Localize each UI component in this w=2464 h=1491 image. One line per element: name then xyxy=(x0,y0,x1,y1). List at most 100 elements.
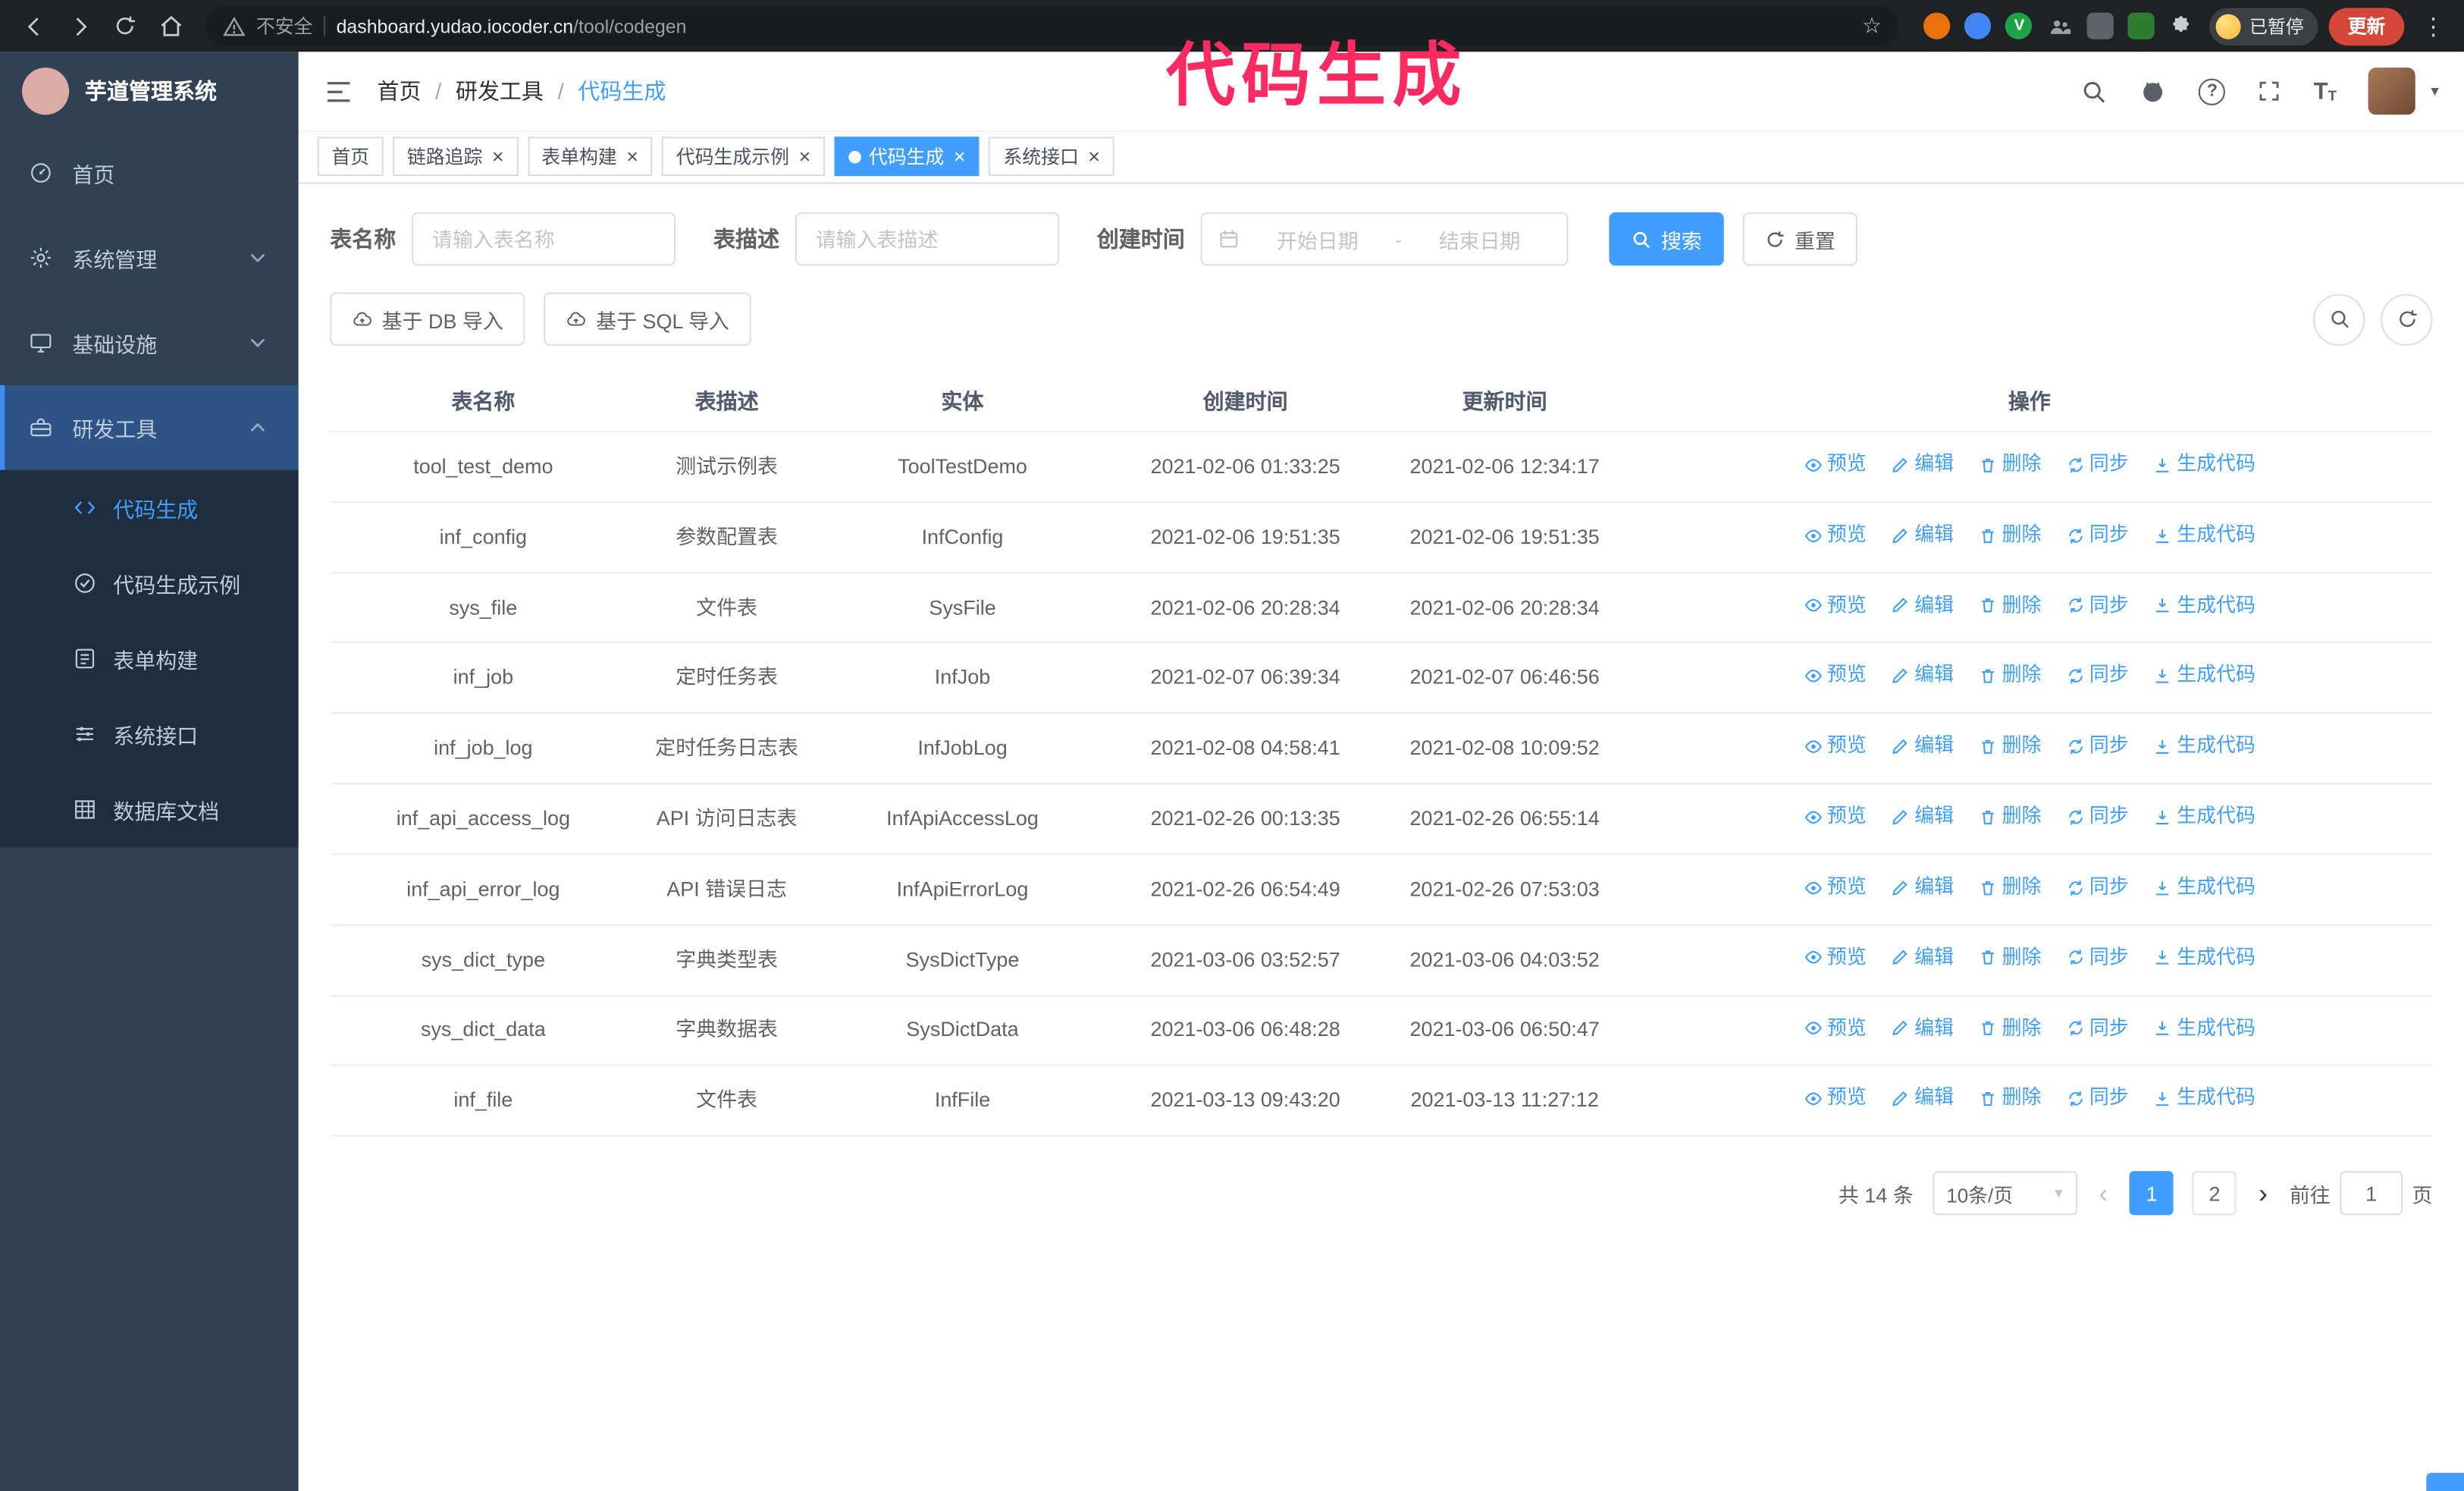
close-icon[interactable]: × xyxy=(492,146,504,167)
close-icon[interactable]: × xyxy=(798,146,810,167)
forward-button[interactable] xyxy=(58,5,101,47)
import-sql-button[interactable]: 基于 SQL 导入 xyxy=(544,292,751,346)
edit-link[interactable]: 编辑 xyxy=(1891,520,1954,551)
generate-code-link[interactable]: 生成代码 xyxy=(2153,520,2256,551)
import-db-button[interactable]: 基于 DB 导入 xyxy=(330,292,525,346)
close-icon[interactable]: × xyxy=(1088,146,1100,167)
table-name-input[interactable] xyxy=(412,212,676,266)
tab-home[interactable]: 首页 xyxy=(317,137,384,177)
sidebar-item-form-builder[interactable]: 表单构建 xyxy=(0,621,299,696)
sidebar-item-codegen-example[interactable]: 代码生成示例 xyxy=(0,545,299,620)
table-desc-input[interactable] xyxy=(795,212,1059,266)
search-icon[interactable] xyxy=(2081,78,2108,105)
sync-link[interactable]: 同步 xyxy=(2066,520,2129,551)
edit-link[interactable]: 编辑 xyxy=(1891,1084,1954,1114)
extension-blue-icon[interactable] xyxy=(1964,12,1992,39)
delete-link[interactable]: 删除 xyxy=(1978,731,2041,761)
bookmark-star-icon[interactable]: ☆ xyxy=(1862,13,1882,39)
edit-link[interactable]: 编辑 xyxy=(1891,943,1954,973)
sync-link[interactable]: 同步 xyxy=(2066,731,2129,761)
delete-link[interactable]: 删除 xyxy=(1978,591,2041,621)
generate-code-link[interactable]: 生成代码 xyxy=(2153,731,2256,761)
breadcrumb-devtools[interactable]: 研发工具 xyxy=(456,75,544,106)
tab-system-api[interactable]: 系统接口 × xyxy=(989,137,1114,177)
font-size-icon[interactable]: TT xyxy=(2314,80,2337,103)
breadcrumb-home[interactable]: 首页 xyxy=(377,75,421,106)
preview-link[interactable]: 预览 xyxy=(1804,1084,1867,1114)
delete-link[interactable]: 删除 xyxy=(1978,943,2041,973)
prev-page-button[interactable]: ‹ xyxy=(2096,1180,2111,1207)
generate-code-link[interactable]: 生成代码 xyxy=(2153,943,2256,973)
close-icon[interactable]: × xyxy=(954,146,966,167)
sidebar-item-infra[interactable]: 基础设施 xyxy=(0,300,299,385)
generate-code-link[interactable]: 生成代码 xyxy=(2153,1084,2256,1114)
delete-link[interactable]: 删除 xyxy=(1978,1013,2041,1044)
page-size-select[interactable]: 10条/页 ▾ xyxy=(1932,1171,2077,1216)
sync-link[interactable]: 同步 xyxy=(2066,450,2129,480)
sync-link[interactable]: 同步 xyxy=(2066,591,2129,621)
floating-button-partial[interactable] xyxy=(2426,1473,2464,1491)
delete-link[interactable]: 删除 xyxy=(1978,450,2041,480)
search-button[interactable]: 搜索 xyxy=(1609,212,1724,266)
preview-link[interactable]: 预览 xyxy=(1804,450,1867,480)
delete-link[interactable]: 删除 xyxy=(1978,872,2041,902)
extension-gray-icon[interactable] xyxy=(2087,12,2114,39)
generate-code-link[interactable]: 生成代码 xyxy=(2153,450,2256,480)
profile-chip-paused[interactable]: 已暂停 xyxy=(2210,7,2318,46)
sync-link[interactable]: 同步 xyxy=(2066,872,2129,902)
reload-button[interactable] xyxy=(104,5,146,47)
preview-link[interactable]: 预览 xyxy=(1804,1013,1867,1044)
preview-link[interactable]: 预览 xyxy=(1804,731,1867,761)
people-icon[interactable] xyxy=(2047,13,2074,39)
github-icon[interactable] xyxy=(2140,77,2168,105)
delete-link[interactable]: 删除 xyxy=(1978,802,2041,832)
sync-link[interactable]: 同步 xyxy=(2066,661,2129,692)
collapse-sidebar-icon[interactable] xyxy=(324,77,353,106)
generate-code-link[interactable]: 生成代码 xyxy=(2153,661,2256,692)
edit-link[interactable]: 编辑 xyxy=(1891,731,1954,761)
page-button-1[interactable]: 1 xyxy=(2130,1171,2174,1216)
preview-link[interactable]: 预览 xyxy=(1804,520,1867,551)
page-button-2[interactable]: 2 xyxy=(2193,1171,2237,1216)
fullscreen-icon[interactable] xyxy=(2257,79,2282,104)
chrome-update-button[interactable]: 更新 xyxy=(2328,7,2405,46)
date-range-picker[interactable]: 开始日期 - 结束日期 xyxy=(1200,212,1569,266)
sidebar-item-devtools[interactable]: 研发工具 xyxy=(0,385,299,470)
sidebar-item-db-docs[interactable]: 数据库文档 xyxy=(0,772,299,847)
sync-link[interactable]: 同步 xyxy=(2066,802,2129,832)
extension-darkgreen-icon[interactable] xyxy=(2128,12,2155,39)
edit-link[interactable]: 编辑 xyxy=(1891,872,1954,902)
edit-link[interactable]: 编辑 xyxy=(1891,802,1954,832)
sidebar-item-system-api[interactable]: 系统接口 xyxy=(0,696,299,771)
sidebar-item-codegen[interactable]: 代码生成 xyxy=(0,470,299,545)
tab-codegen[interactable]: 代码生成 × xyxy=(834,137,980,177)
preview-link[interactable]: 预览 xyxy=(1804,661,1867,692)
edit-link[interactable]: 编辑 xyxy=(1891,450,1954,480)
sidebar-item-system[interactable]: 系统管理 xyxy=(0,215,299,300)
tab-form-builder[interactable]: 表单构建 × xyxy=(527,137,653,177)
tab-codegen-example[interactable]: 代码生成示例 × xyxy=(662,137,825,177)
generate-code-link[interactable]: 生成代码 xyxy=(2153,591,2256,621)
help-icon[interactable]: ? xyxy=(2199,77,2226,105)
delete-link[interactable]: 删除 xyxy=(1978,520,2041,551)
back-button[interactable] xyxy=(13,5,55,47)
sync-link[interactable]: 同步 xyxy=(2066,1084,2129,1114)
preview-link[interactable]: 预览 xyxy=(1804,591,1867,621)
close-icon[interactable]: × xyxy=(626,146,638,167)
preview-link[interactable]: 预览 xyxy=(1804,943,1867,973)
edit-link[interactable]: 编辑 xyxy=(1891,661,1954,692)
tab-tracing[interactable]: 链路追踪 × xyxy=(393,137,519,177)
sidebar-item-home[interactable]: 首页 xyxy=(0,130,299,215)
next-page-button[interactable]: › xyxy=(2256,1180,2271,1207)
edit-link[interactable]: 编辑 xyxy=(1891,591,1954,621)
extension-orange-icon[interactable] xyxy=(1923,12,1951,39)
generate-code-link[interactable]: 生成代码 xyxy=(2153,802,2256,832)
logo[interactable]: 芋道管理系统 xyxy=(0,52,299,130)
extension-green-v-icon[interactable]: V xyxy=(2005,12,2033,39)
delete-link[interactable]: 删除 xyxy=(1978,1084,2041,1114)
address-bar[interactable]: 不安全 dashboard.yudao.iocoder.cn/tool/code… xyxy=(205,6,1899,46)
refresh-table-button[interactable] xyxy=(2381,293,2433,345)
edit-link[interactable]: 编辑 xyxy=(1891,1013,1954,1044)
goto-page-input[interactable] xyxy=(2340,1171,2403,1216)
preview-link[interactable]: 预览 xyxy=(1804,872,1867,902)
